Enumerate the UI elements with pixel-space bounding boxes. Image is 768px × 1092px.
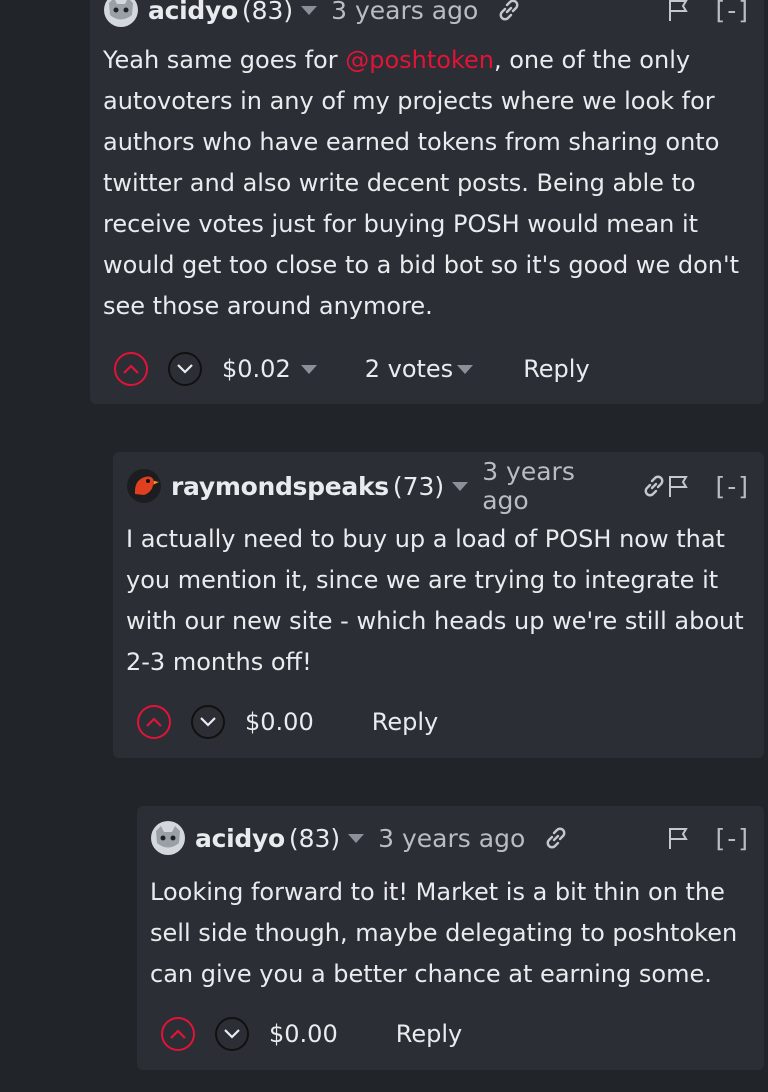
comment-actions: $0.02 2 votes Reply [114, 349, 590, 389]
chevron-down-icon[interactable] [301, 5, 318, 15]
payout-value[interactable]: $0.00 [245, 708, 314, 736]
timestamp[interactable]: 3 years ago [482, 457, 623, 515]
downvote-icon[interactable] [191, 705, 225, 739]
collapse-toggle[interactable]: [-] [715, 472, 750, 501]
collapse-toggle[interactable]: [-] [715, 824, 750, 853]
flag-icon[interactable] [667, 0, 689, 22]
comment-header: acidyo (83) 3 years ago [-] [151, 818, 750, 858]
avatar[interactable] [127, 469, 161, 503]
collapse-toggle[interactable]: [-] [715, 0, 750, 25]
reply-button[interactable]: Reply [396, 1020, 462, 1048]
chevron-down-icon[interactable] [348, 833, 365, 843]
upvote-icon[interactable] [114, 352, 148, 386]
reply-button[interactable]: Reply [523, 355, 589, 383]
comment-card: acidyo (83) 3 years ago [-] Yeah same go… [90, 0, 764, 404]
author-name[interactable]: acidyo [195, 824, 285, 853]
payout-value[interactable]: $0.02 [222, 355, 291, 383]
comment-card: raymondspeaks (73) 3 years ago [-] I act… [113, 452, 764, 758]
downvote-icon[interactable] [168, 352, 202, 386]
link-icon[interactable] [496, 0, 522, 23]
author-name[interactable]: raymondspeaks [171, 472, 389, 501]
payout-value[interactable]: $0.00 [269, 1020, 338, 1048]
reputation: (73) [392, 471, 445, 501]
comment-header: acidyo (83) 3 years ago [-] [104, 0, 750, 30]
comment-actions: $0.00 Reply [161, 1014, 462, 1054]
timestamp[interactable]: 3 years ago [331, 0, 478, 25]
downvote-icon[interactable] [215, 1017, 249, 1051]
chevron-down-icon[interactable] [452, 481, 469, 491]
comment-body: Yeah same goes for @poshtoken, one of th… [103, 40, 750, 327]
comment-card: acidyo (83) 3 years ago [-] Looking forw… [137, 806, 764, 1070]
link-icon[interactable] [543, 825, 569, 851]
comment-text: Yeah same goes for [103, 46, 346, 74]
reputation: (83) [241, 0, 294, 25]
votes-count[interactable]: 2 votes [365, 355, 453, 383]
reputation: (83) [288, 823, 341, 853]
comment-body: I actually need to buy up a load of POSH… [126, 525, 744, 676]
upvote-icon[interactable] [137, 705, 171, 739]
upvote-icon[interactable] [161, 1017, 195, 1051]
comment-body: Looking forward to it! Market is a bit t… [150, 878, 738, 988]
flag-icon[interactable] [667, 474, 689, 498]
flag-icon[interactable] [667, 826, 689, 850]
comment-text: , one of the only autovoters in any of m… [103, 46, 739, 320]
user-mention-link[interactable]: @poshtoken [345, 46, 494, 74]
link-icon[interactable] [641, 473, 667, 499]
avatar[interactable] [104, 0, 138, 27]
chevron-down-icon[interactable] [300, 364, 317, 374]
timestamp[interactable]: 3 years ago [378, 824, 525, 853]
comment-actions: $0.00 Reply [137, 702, 438, 742]
chevron-down-icon[interactable] [457, 364, 474, 374]
reply-button[interactable]: Reply [372, 708, 438, 736]
avatar[interactable] [151, 821, 185, 855]
comment-header: raymondspeaks (73) 3 years ago [-] [127, 457, 750, 515]
author-name[interactable]: acidyo [148, 0, 238, 25]
